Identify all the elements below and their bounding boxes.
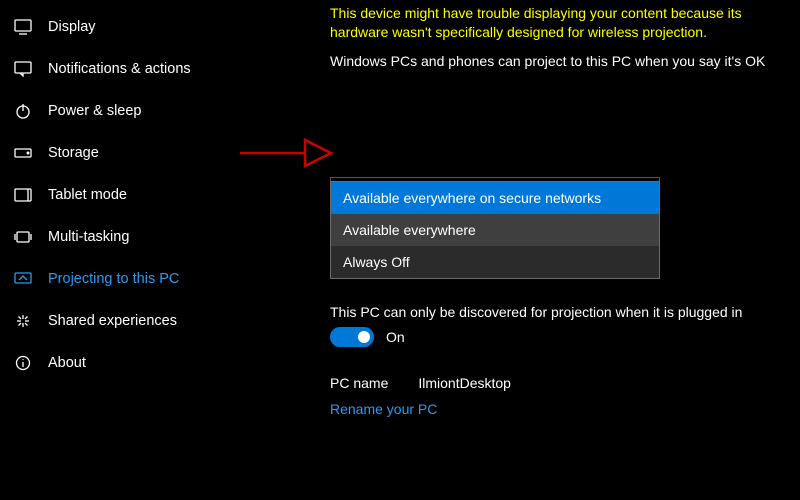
multitasking-icon — [12, 230, 34, 244]
rename-pc-link[interactable]: Rename your PC — [330, 401, 770, 417]
pcname-value: IlmiontDesktop — [418, 375, 511, 391]
dropdown-option-off[interactable]: Always Off — [331, 246, 659, 278]
projection-permission-label: Windows PCs and phones can project to th… — [330, 52, 770, 71]
shared-icon — [12, 313, 34, 329]
sidebar-item-label: Shared experiences — [48, 313, 177, 329]
sidebar-item-label: Notifications & actions — [48, 61, 191, 77]
sidebar-item-power[interactable]: Power & sleep — [0, 90, 260, 132]
pcname-label: PC name — [330, 375, 388, 391]
sidebar-item-storage[interactable]: Storage — [0, 132, 260, 174]
display-icon — [12, 19, 34, 35]
sidebar-item-display[interactable]: Display — [0, 6, 260, 48]
storage-icon — [12, 147, 34, 159]
projection-permission-dropdown-popup[interactable]: Available everywhere on secure networks … — [330, 181, 660, 279]
sidebar-item-label: Tablet mode — [48, 187, 127, 203]
about-icon — [12, 355, 34, 371]
sidebar-item-label: Multi-tasking — [48, 229, 129, 245]
dropdown-option-everywhere[interactable]: Available everywhere — [331, 214, 659, 246]
sidebar-item-label: Storage — [48, 145, 99, 161]
discover-state: On — [386, 329, 405, 345]
power-icon — [12, 103, 34, 119]
tablet-icon — [12, 188, 34, 202]
sidebar-item-label: About — [48, 355, 86, 371]
sidebar-item-about[interactable]: About — [0, 342, 260, 384]
sidebar-item-label: Projecting to this PC — [48, 271, 179, 287]
discover-toggle[interactable] — [330, 327, 374, 347]
sidebar-item-shared[interactable]: Shared experiences — [0, 300, 260, 342]
notifications-icon — [12, 61, 34, 77]
projecting-icon — [12, 272, 34, 286]
sidebar-item-label: Display — [48, 19, 96, 35]
sidebar-item-projecting[interactable]: Projecting to this PC — [0, 258, 260, 300]
sidebar-item-label: Power & sleep — [48, 103, 142, 119]
hardware-warning: This device might have trouble displayin… — [330, 4, 770, 42]
sidebar-item-tablet[interactable]: Tablet mode — [0, 174, 260, 216]
dropdown-option-secure[interactable]: Available everywhere on secure networks — [331, 182, 659, 214]
sidebar-item-multitasking[interactable]: Multi-tasking — [0, 216, 260, 258]
discover-label: This PC can only be discovered for proje… — [330, 303, 770, 322]
sidebar-item-notifications[interactable]: Notifications & actions — [0, 48, 260, 90]
